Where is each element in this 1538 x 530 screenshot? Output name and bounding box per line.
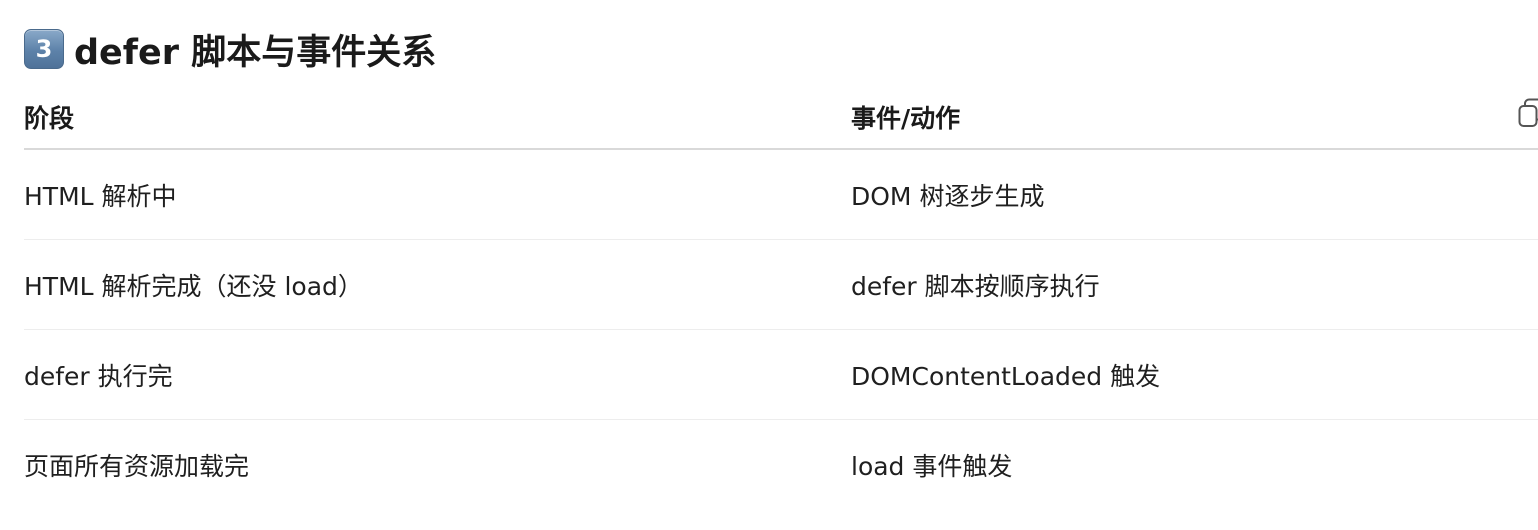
copy-icon[interactable] [1518,98,1538,128]
table: 阶段 事件/动作 HTML 解析中 DOM 树逐步生成 HTML 解析完成（还没… [24,86,1538,509]
table-cell-event: defer 脚本按顺序执行 [851,271,1100,301]
table-row: 页面所有资源加载完 load 事件触发 [24,420,1538,509]
column-header-stage: 阶段 [24,104,75,133]
table-cell-stage: HTML 解析完成（还没 load） [24,271,363,301]
section-heading: 3 defer 脚本与事件关系 [24,26,437,73]
table-header-row: 阶段 事件/动作 [24,86,1538,150]
table-row: defer 执行完 DOMContentLoaded 触发 [24,330,1538,420]
table-cell-event: DOM 树逐步生成 [851,181,1045,211]
table-cell-stage: HTML 解析中 [24,181,177,211]
table-cell-event: DOMContentLoaded 触发 [851,361,1161,391]
section-title: defer 脚本与事件关系 [74,32,437,73]
table-row: HTML 解析中 DOM 树逐步生成 [24,150,1538,240]
column-header-event: 事件/动作 [851,104,961,133]
table-cell-event: load 事件触发 [851,451,1013,481]
table-cell-stage: defer 执行完 [24,361,173,391]
keycap-number-badge: 3 [24,29,64,69]
table-row: HTML 解析完成（还没 load） defer 脚本按顺序执行 [24,240,1538,330]
table-cell-stage: 页面所有资源加载完 [24,451,250,481]
